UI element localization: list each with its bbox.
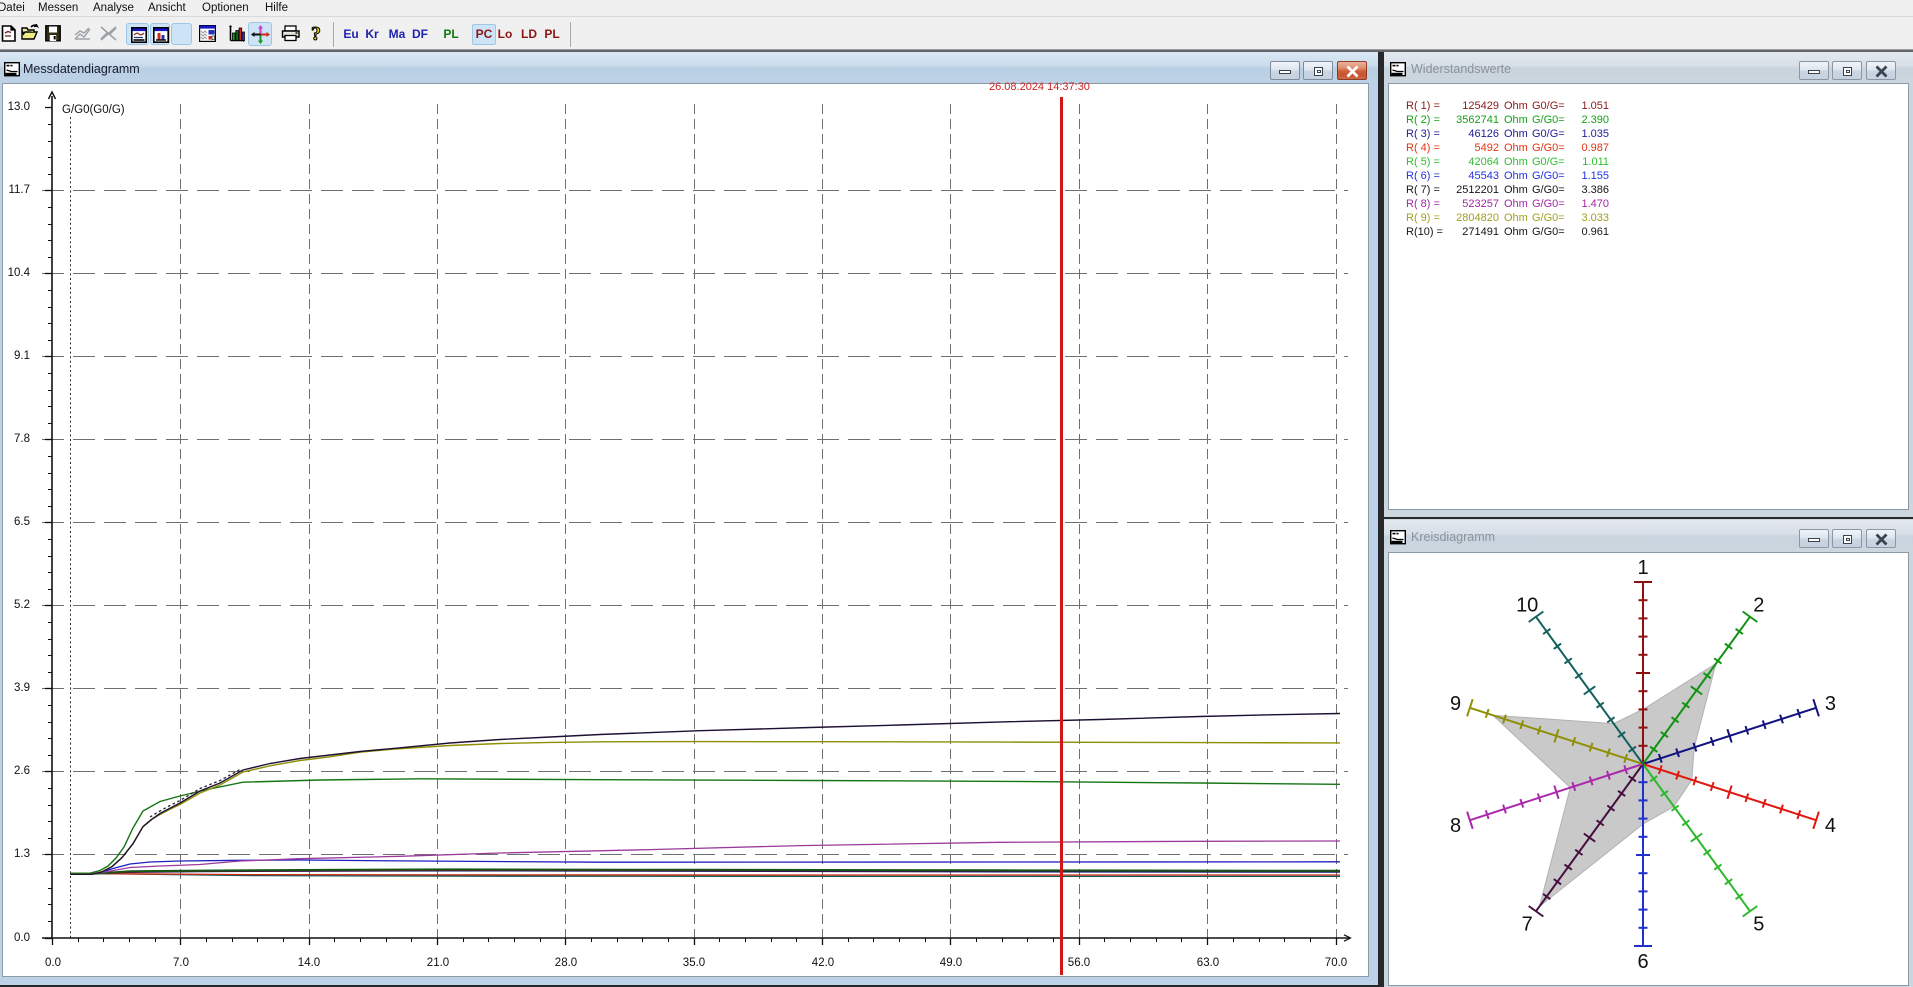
svg-text:4: 4 — [1825, 815, 1836, 837]
svg-text:9: 9 — [1450, 693, 1461, 715]
svg-text:2: 2 — [1753, 595, 1764, 617]
svg-text:3: 3 — [1825, 693, 1836, 715]
svg-text:5: 5 — [1753, 913, 1764, 935]
svg-text:?: ? — [311, 23, 321, 44]
svg-text:10: 10 — [1516, 595, 1538, 617]
svg-text:7: 7 — [1522, 913, 1533, 935]
svg-text:6: 6 — [1637, 951, 1648, 973]
svg-text:8: 8 — [1450, 815, 1461, 837]
svg-text:1: 1 — [1637, 557, 1648, 579]
